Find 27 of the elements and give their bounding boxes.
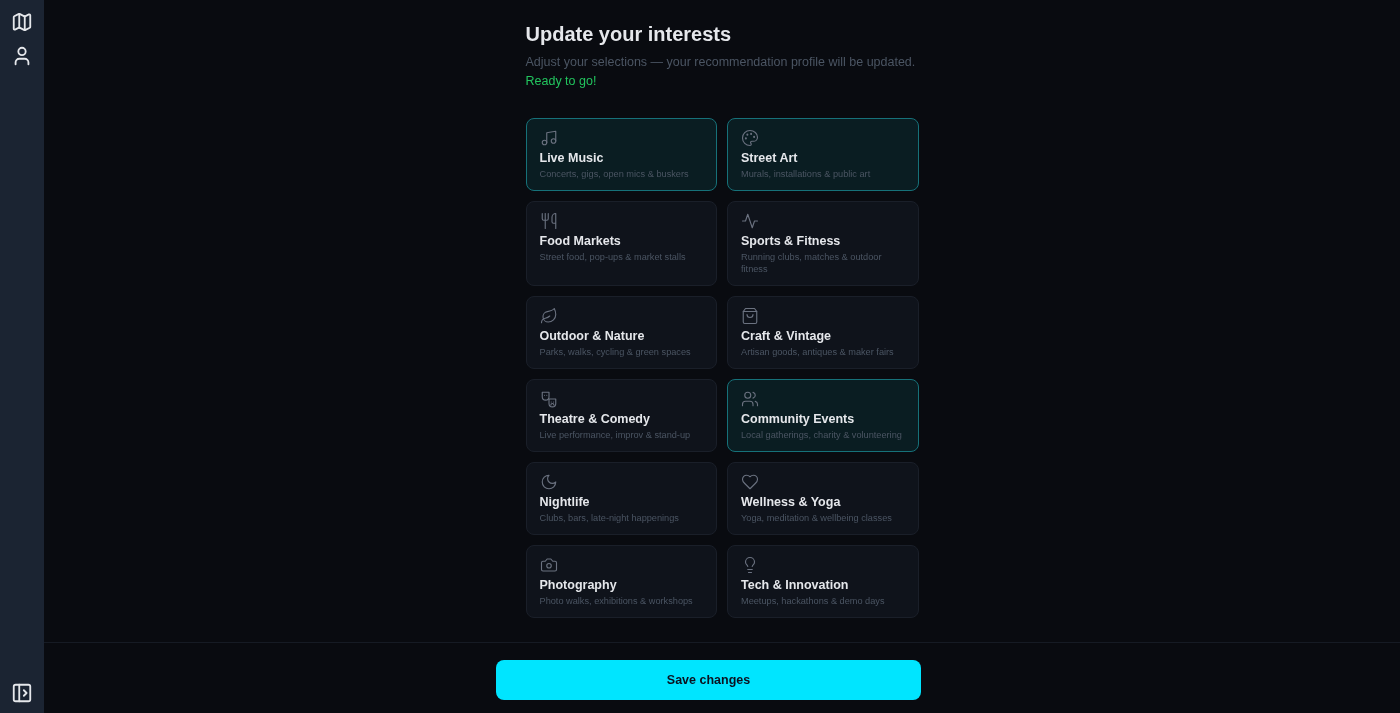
interest-card[interactable]: Theatre & Comedy Live performance, improv & stand-up [525,379,717,452]
status-message: Ready to go! [525,73,598,89]
sidebar-toggle-icon[interactable] [11,682,33,704]
shopping-bag-icon [741,307,759,325]
camera-icon [539,556,558,574]
people-icon [741,390,759,408]
music-note-icon [539,129,558,147]
heart-icon [741,473,759,491]
moon-icon [539,473,558,491]
save-button[interactable]: Save changes [496,660,921,700]
interest-card[interactable]: Community Events Local gatherings, charity & volunteering [727,379,919,452]
interest-card[interactable]: Craft & Vintage Artisan goods, antiques & maker fairs [727,296,919,369]
page-subtitle: Adjust your selections — your recommendation profile will be updated. [525,54,917,70]
interest-card[interactable]: Sports & Fitness Running clubs, matches & outdoor fitness [727,201,919,286]
interest-card[interactable]: Outdoor & Nature Parks, walks, cycling & green spaces [525,296,717,369]
interest-card[interactable]: Wellness & Yoga Yoga, meditation & wellbeing classes [727,462,919,535]
map-icon[interactable] [11,11,33,33]
theater-masks-icon [539,390,558,408]
palette-icon [741,129,759,147]
fork-knife-icon [539,212,558,230]
interest-card[interactable]: Tech & Innovation Meetups, hackathons & demo days [727,545,919,618]
page-title: Update your interests [525,22,733,46]
interest-card[interactable]: Photography Photo walks, exhibitions & workshops [525,545,717,618]
interest-card[interactable]: Nightlife Clubs, bars, late-night happenings [525,462,717,535]
interest-card[interactable]: Food Markets Street food, pop-ups & market stalls [525,201,717,286]
leaf-icon [539,307,558,325]
pulse-icon [741,212,759,230]
